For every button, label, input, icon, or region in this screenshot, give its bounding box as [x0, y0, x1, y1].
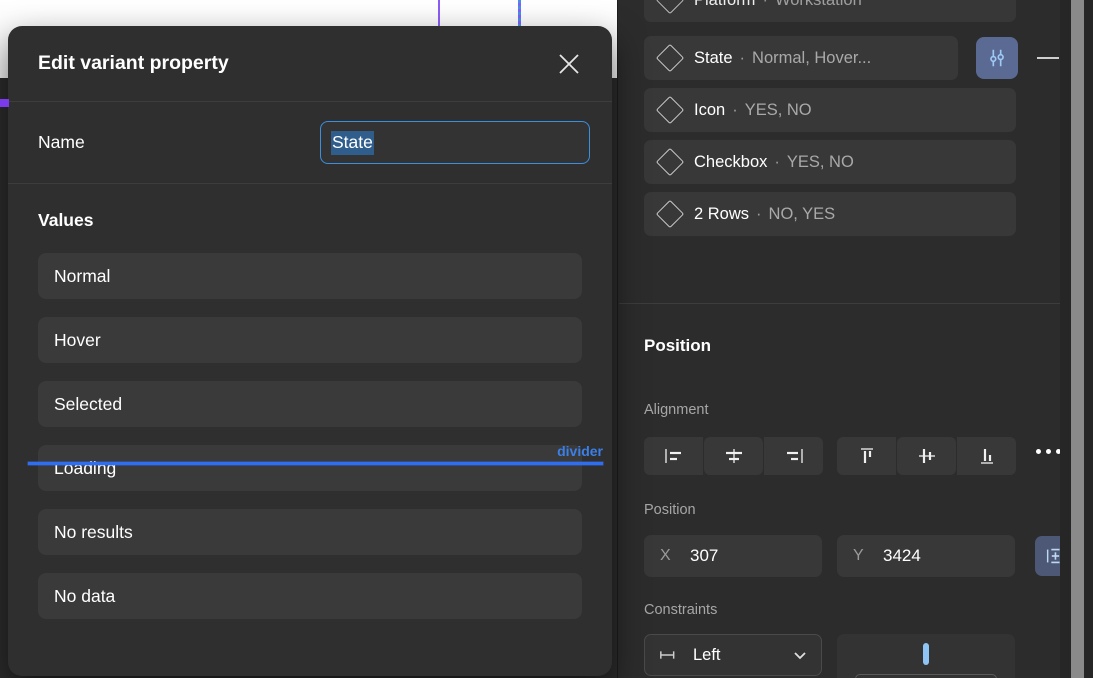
more-alignment-options-button[interactable]: [1036, 449, 1061, 454]
variant-property-name: 2 Rows: [694, 204, 750, 223]
variant-property-row-2-rows[interactable]: 2 Rows · NO, YES: [644, 192, 1016, 236]
variant-property-name: Platform: [694, 0, 755, 10]
align-right-icon: [786, 449, 803, 463]
close-icon: [559, 53, 579, 74]
y-axis-label: Y: [853, 547, 864, 564]
value-item-hover[interactable]: Hover: [38, 317, 582, 363]
edit-variant-property-dialog: Edit variant property Name State Values …: [8, 26, 612, 676]
value-item-normal[interactable]: Normal: [38, 253, 582, 299]
edit-variant-property-button[interactable]: [976, 37, 1018, 79]
variant-property-name: Icon: [694, 100, 726, 119]
position-label: Position: [644, 502, 696, 518]
align-left-icon: [664, 449, 681, 463]
y-position-field[interactable]: Y 3424: [837, 535, 1015, 577]
value-item-selected[interactable]: Selected: [38, 381, 582, 427]
values-section: Values Normal Hover Selected Loading No …: [8, 184, 612, 619]
dashed-blue-guide: [518, 0, 521, 26]
property-name-value: State: [331, 130, 374, 155]
align-left-button[interactable]: [644, 437, 703, 475]
variant-property-separator: ·: [739, 48, 746, 67]
x-axis-label: X: [660, 547, 671, 564]
value-item-label: Selected: [54, 393, 123, 414]
more-horizontal-icon: [1036, 449, 1041, 454]
variant-property-values: Workstation: [775, 0, 862, 10]
align-horizontal-center-icon: [725, 449, 742, 463]
horizontal-constraint-icon: [660, 651, 675, 659]
variant-property-separator: ·: [774, 152, 780, 171]
constraint-top-handle[interactable]: [923, 643, 929, 665]
variant-property-values: Normal, Hover...: [752, 48, 872, 67]
drop-indicator-line: divider: [28, 443, 603, 465]
solid-purple-guide: [438, 0, 440, 26]
value-item-label: Hover: [54, 329, 101, 350]
value-item-no-data[interactable]: No data: [38, 573, 582, 619]
diamond-variant-icon: [655, 95, 685, 125]
app-root: Platform · Workstation State · Normal, H…: [0, 0, 1093, 678]
align-bottom-icon: [980, 449, 993, 464]
variant-property-row-icon[interactable]: Icon · YES, NO: [644, 88, 1016, 132]
align-top-icon: [860, 448, 873, 463]
value-item-label: Normal: [54, 265, 111, 286]
variant-property-separator: ·: [762, 0, 768, 10]
sliders-icon: [990, 49, 1004, 67]
variant-property-name: Checkbox: [694, 152, 768, 171]
diamond-variant-icon: [655, 43, 685, 73]
value-item-no-results[interactable]: No results: [38, 509, 582, 555]
constraints-label: Constraints: [644, 602, 718, 618]
align-vertical-center-button[interactable]: [897, 437, 956, 475]
chevron-down-icon: [794, 652, 806, 660]
variant-property-row-platform[interactable]: Platform · Workstation: [644, 0, 1016, 22]
values-title: Values: [38, 210, 94, 230]
x-position-field[interactable]: X 307: [644, 535, 822, 577]
value-item-label: No data: [54, 585, 116, 606]
horizontal-constraint-select[interactable]: Left: [644, 634, 822, 676]
close-dialog-button[interactable]: [552, 47, 586, 81]
diamond-variant-icon: [655, 199, 685, 229]
align-right-button[interactable]: [764, 437, 823, 475]
constraints-visual-widget[interactable]: [837, 634, 1015, 678]
x-position-value: 307: [690, 546, 719, 565]
variant-property-values: YES, NO: [744, 100, 812, 119]
panel-section-divider: [619, 303, 1060, 304]
align-top-button[interactable]: [837, 437, 896, 475]
value-item-loading[interactable]: Loading: [38, 445, 582, 491]
purple-selection-marker: [0, 99, 9, 107]
variant-property-separator: ·: [756, 204, 762, 223]
variant-property-name: State: [694, 48, 733, 67]
property-name-label: Name: [38, 132, 85, 152]
alignment-label: Alignment: [644, 402, 709, 418]
value-item-label: Loading: [54, 457, 117, 478]
property-name-row: Name State: [8, 102, 612, 184]
horizontal-constraint-value: Left: [693, 645, 721, 664]
value-item-label: No results: [54, 521, 133, 542]
variant-property-row-checkbox[interactable]: Checkbox · YES, NO: [644, 140, 1016, 184]
align-horizontal-center-button[interactable]: [704, 437, 763, 475]
variant-property-row-state[interactable]: State · Normal, Hover...: [644, 36, 958, 80]
alignment-horizontal-group: [644, 437, 823, 475]
property-name-input[interactable]: State: [320, 121, 590, 164]
vertical-scrollbar[interactable]: [1071, 0, 1084, 678]
diamond-variant-icon: [655, 0, 685, 15]
constraint-inner-frame: [855, 674, 997, 678]
minus-icon: [1037, 57, 1059, 59]
diamond-variant-icon: [655, 147, 685, 177]
align-bottom-button[interactable]: [957, 437, 1016, 475]
variant-property-values: YES, NO: [786, 152, 854, 171]
alignment-vertical-group: [837, 437, 1016, 475]
align-vertical-center-icon: [918, 449, 935, 463]
drop-indicator-label: divider: [557, 443, 603, 459]
dialog-title: Edit variant property: [38, 52, 229, 74]
variant-property-separator: ·: [732, 100, 738, 119]
y-position-value: 3424: [883, 546, 921, 565]
position-section-title: Position: [644, 336, 712, 355]
dialog-header: Edit variant property: [8, 26, 612, 102]
inspector-panel: Platform · Workstation State · Normal, H…: [617, 0, 1075, 678]
variant-property-values: NO, YES: [768, 204, 836, 223]
